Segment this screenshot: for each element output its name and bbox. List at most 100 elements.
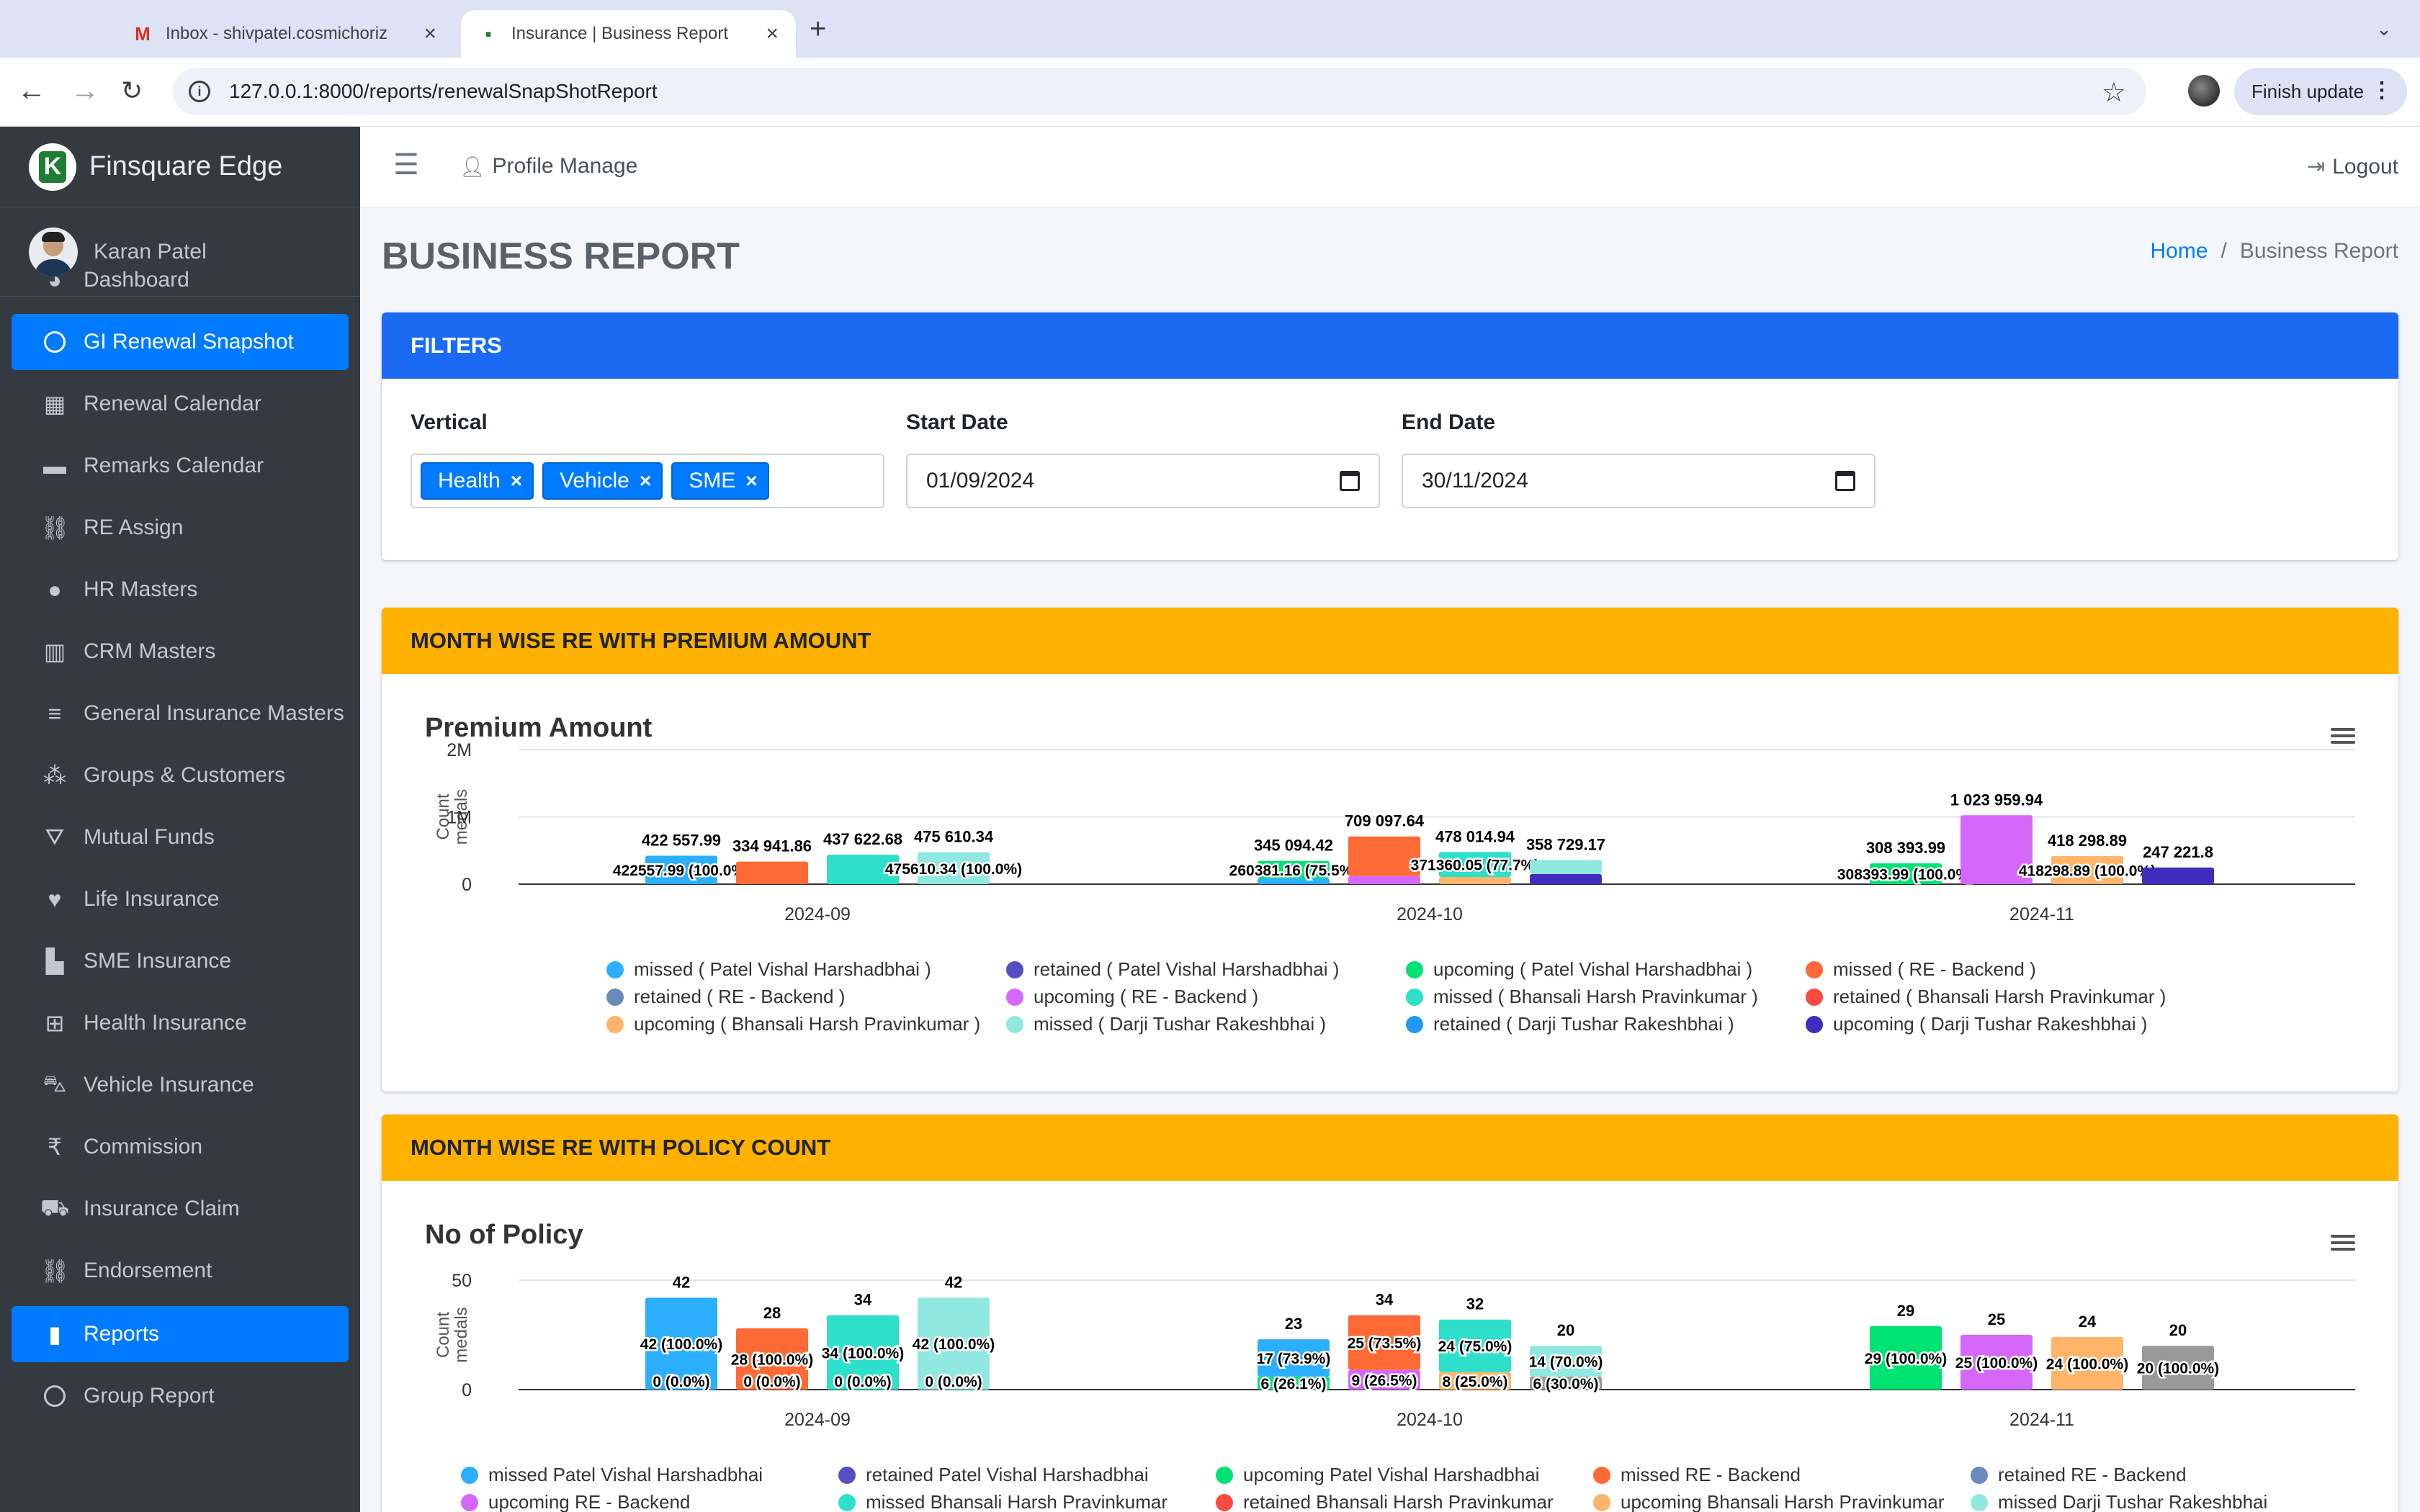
sidebar-item-vehicle-insurance[interactable]: ⛍ Vehicle Insurance <box>12 1057 349 1113</box>
sidebar-item-re-assign[interactable]: ⛓ RE Assign <box>12 500 349 556</box>
sidebar-item-dashboard[interactable]: ◕ Dashboard <box>12 252 349 308</box>
finish-update-button[interactable]: Finish update ⋮ <box>2234 68 2407 115</box>
legend-item[interactable]: missed ( Darji Tushar Rakeshbhai ) <box>1006 1013 1326 1035</box>
total-label: 42 <box>673 1273 690 1291</box>
zero-label: 0 (0.0%) <box>834 1374 891 1390</box>
profile-avatar-icon[interactable] <box>2188 75 2220 107</box>
sidebar-item-mutual-funds[interactable]: ⛛ Mutual Funds <box>12 809 349 865</box>
bookmark-star-icon[interactable]: ☆ <box>2102 76 2126 109</box>
legend-item[interactable]: missed ( Patel Vishal Harshadbhai ) <box>606 958 931 981</box>
data-label: 25 (100.0%) <box>1955 1355 2038 1372</box>
legend-label: retained Patel Vishal Harshadbhai <box>866 1464 1149 1485</box>
data-label: 260381.16 (75.5%) <box>1229 863 1358 879</box>
back-icon[interactable]: ← <box>17 76 46 105</box>
close-tab-icon[interactable]: × <box>424 22 436 46</box>
sidebar-item-health-insurance[interactable]: ⊞ Health Insurance <box>12 995 349 1051</box>
sidebar-item-groups-customers[interactable]: ⁂ Groups & Customers <box>12 747 349 804</box>
legend-item[interactable]: missed ( Bhansali Harsh Pravinkumar ) <box>1406 986 1758 1008</box>
legend-item[interactable]: retained RE - Backend <box>1971 1464 2187 1486</box>
close-tab-icon[interactable]: × <box>766 22 779 46</box>
sidebar-item-endorsement[interactable]: ⛓ Endorsement <box>12 1243 349 1299</box>
brand-name: Finsquare Edge <box>89 151 283 181</box>
legend-label: retained Bhansali Harsh Pravinkumar <box>1243 1491 1554 1512</box>
legend-item[interactable]: retained ( Darji Tushar Rakeshbhai ) <box>1406 1013 1734 1035</box>
new-tab-button[interactable]: + <box>810 13 826 45</box>
hamburger-menu-icon[interactable]: ☰ <box>393 148 419 181</box>
legend-item[interactable]: retained ( RE - Backend ) <box>606 986 845 1008</box>
legend-item[interactable]: missed RE - Backend <box>1593 1464 1801 1486</box>
remove-chip-icon[interactable]: × <box>745 469 757 492</box>
sidebar-item-renewal-calendar[interactable]: ▦ Renewal Calendar <box>12 376 349 432</box>
legend-item[interactable]: upcoming ( Bhansali Harsh Pravinkumar ) <box>606 1013 980 1035</box>
browser-toolbar: ← → ↻ i 127.0.0.1:8000/reports/renewalSn… <box>0 58 2420 127</box>
legend-item[interactable]: upcoming ( RE - Backend ) <box>1006 986 1258 1008</box>
heart-icon: ♥ <box>48 886 62 912</box>
sidebar-item-label: Mutual Funds <box>84 825 215 849</box>
legend-item[interactable]: retained Patel Vishal Harshadbhai <box>838 1464 1149 1486</box>
calendar-icon[interactable] <box>1340 471 1360 491</box>
total-label: 42 <box>945 1273 962 1291</box>
sidebar-item-remarks-calendar[interactable]: ▬ Remarks Calendar <box>12 438 349 494</box>
forward-icon[interactable]: → <box>71 76 99 105</box>
start-date-input[interactable]: 01/09/2024 <box>906 454 1380 508</box>
legend-item[interactable]: retained Bhansali Harsh Pravinkumar <box>1216 1491 1554 1512</box>
total-label: 475 610.34 <box>914 828 994 846</box>
sidebar-item-label: CRM Masters <box>84 639 216 663</box>
sidebar-item-sme-insurance[interactable]: ▙ SME Insurance <box>12 933 349 989</box>
legend-item[interactable]: missed ( RE - Backend ) <box>1806 958 2036 981</box>
calendar-icon[interactable] <box>1835 471 1855 491</box>
sidebar-item-hr-masters[interactable]: ● HR Masters <box>12 562 349 618</box>
sidebar-item-group-report[interactable]: Group Report <box>12 1368 349 1424</box>
tab-gmail[interactable]: M Inbox - shivpatel.cosmichoriz × <box>115 10 454 58</box>
sidebar-item-insurance-claim[interactable]: ⛟ Insurance Claim <box>12 1181 349 1237</box>
legend-item[interactable]: retained ( Bhansali Harsh Pravinkumar ) <box>1806 986 2166 1008</box>
data-label: 28 (100.0%) <box>731 1351 813 1368</box>
legend-item[interactable]: upcoming Bhansali Harsh Pravinkumar <box>1593 1491 1944 1512</box>
sidebar-item-general-insurance-masters[interactable]: ≡ General Insurance Masters <box>12 685 349 742</box>
sidebar-item-life-insurance[interactable]: ♥ Life Insurance <box>12 871 349 927</box>
breadcrumb-home-link[interactable]: Home <box>2151 239 2208 263</box>
legend-item[interactable]: missed Patel Vishal Harshadbhai <box>461 1464 763 1486</box>
x-tick-label: 2024-09 <box>784 1410 851 1430</box>
tab-search-chevron-icon[interactable]: ⌄ <box>2370 14 2398 43</box>
sign-out-icon: ⇥ <box>2307 155 2326 179</box>
legend-item[interactable]: missed Bhansali Harsh Pravinkumar <box>838 1491 1168 1512</box>
site-info-icon[interactable]: i <box>189 81 210 102</box>
data-label: 422557.99 (100.0%) <box>613 863 750 879</box>
sidebar-item-commission[interactable]: ₹ Commission <box>12 1119 349 1175</box>
filters-header: FILTERS <box>382 312 2398 379</box>
logout-link[interactable]: ⇥ Logout <box>2307 154 2398 179</box>
sidebar-item-reports[interactable]: ▮ Reports <box>12 1306 349 1362</box>
legend-dot-icon <box>1406 960 1423 978</box>
tab-business-report[interactable]: ▪ Insurance | Business Report × <box>461 10 796 58</box>
total-label: 25 <box>1988 1310 2005 1328</box>
total-label: 20 <box>1557 1321 1574 1339</box>
brand[interactable]: K Finsquare Edge <box>0 127 360 207</box>
legend-item[interactable]: upcoming ( Patel Vishal Harshadbhai ) <box>1406 958 1752 981</box>
remove-chip-icon[interactable]: × <box>640 469 651 492</box>
legend-dot-icon <box>1216 1466 1233 1484</box>
legend-item[interactable]: retained ( Patel Vishal Harshadbhai ) <box>1006 958 1339 981</box>
calendar-icon: ▦ <box>43 391 66 417</box>
sidebar-item-crm-masters[interactable]: ▥ CRM Masters <box>12 624 349 680</box>
reload-icon[interactable]: ↻ <box>121 76 143 105</box>
profile-manage-link[interactable]: 👤︎ Profile Manage <box>460 154 637 179</box>
link-icon: ⛓ <box>40 1258 70 1284</box>
legend-item[interactable]: upcoming RE - Backend <box>461 1491 690 1512</box>
breadcrumb-current: Business Report <box>2239 239 2398 263</box>
remove-chip-icon[interactable]: × <box>511 469 522 492</box>
kebab-menu-icon: ⋮ <box>2371 78 2393 102</box>
legend-dot-icon <box>606 1015 624 1033</box>
zero-label: 0 (0.0%) <box>925 1374 982 1390</box>
legend-item[interactable]: missed Darji Tushar Rakeshbhai <box>1971 1491 2267 1512</box>
end-date-input[interactable]: 30/11/2024 <box>1402 454 1876 508</box>
ambulance-icon: ⛟ <box>40 1194 70 1220</box>
legend-label: upcoming ( Patel Vishal Harshadbhai ) <box>1433 958 1753 980</box>
legend-label: retained ( RE - Backend ) <box>634 986 846 1007</box>
vertical-multiselect[interactable]: Health × Vehicle × SME × <box>411 454 884 508</box>
legend-item[interactable]: upcoming ( Darji Tushar Rakeshbhai ) <box>1806 1013 2147 1035</box>
legend-label: missed Patel Vishal Harshadbhai <box>488 1464 763 1485</box>
address-bar[interactable]: i 127.0.0.1:8000/reports/renewalSnapShot… <box>173 68 2146 115</box>
legend-item[interactable]: upcoming Patel Vishal Harshadbhai <box>1216 1464 1539 1486</box>
sidebar-item-gi-renewal-snapshot[interactable]: GI Renewal Snapshot <box>12 314 349 370</box>
